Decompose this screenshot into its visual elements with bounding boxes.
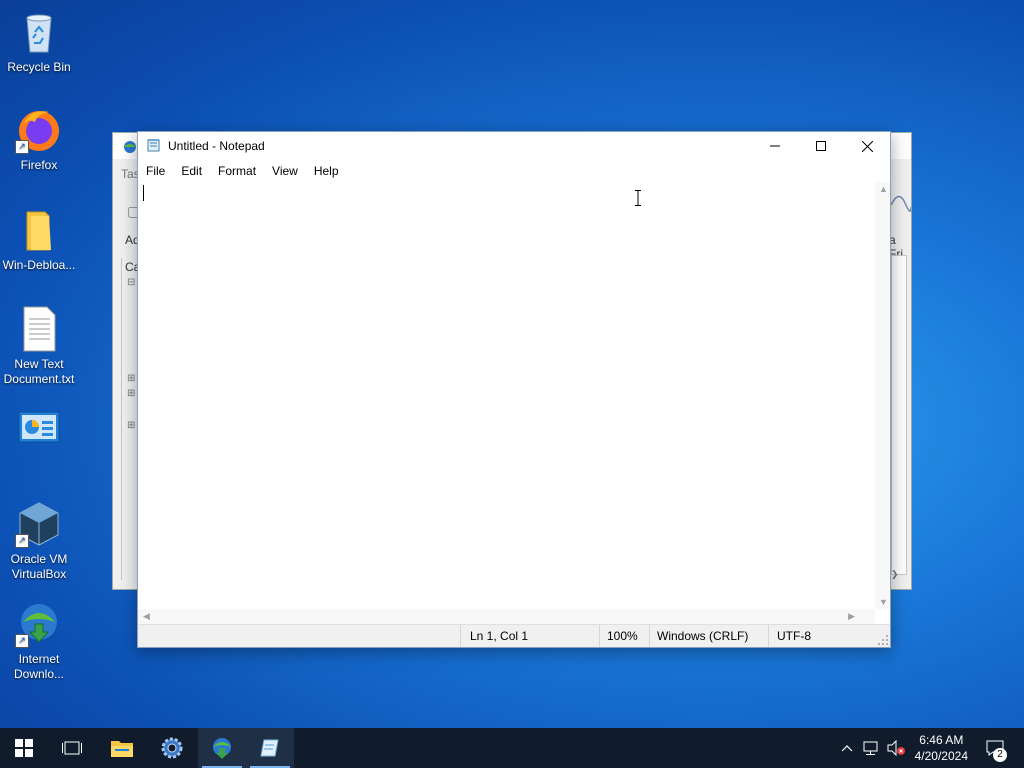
status-divider [768,625,769,647]
menu-help[interactable]: Help [306,162,347,182]
desktop-icon-label: Oracle VM VirtualBox [10,552,68,581]
taskbar-settings[interactable] [148,728,196,768]
taskbar-notepad[interactable] [246,728,294,768]
desktop-icon-new-text-document[interactable]: New Text Document.txt [1,305,77,387]
menu-format[interactable]: Format [210,162,264,182]
background-list-panel [891,255,907,575]
minimize-icon [770,145,780,147]
notepad-icon [260,739,279,757]
status-bar: Ln 1, Col 1 100% Windows (CRLF) UTF-8 [138,624,890,647]
clock-time: 6:46 AM [919,733,964,747]
notepad-icon [147,139,160,152]
close-button[interactable] [844,132,890,160]
background-toolbar-icon [890,185,912,218]
maximize-button[interactable] [798,132,844,160]
close-icon [861,140,873,152]
text-file-icon [15,305,63,353]
shortcut-arrow-icon: ↗ [15,534,29,548]
scroll-down-arrow-icon[interactable]: ▼ [879,597,888,607]
notification-count-badge: 2 [993,748,1007,762]
text-editor-area[interactable] [138,182,875,610]
text-caret [143,185,144,201]
tree-expander-icon[interactable]: ⊞ [127,373,135,384]
show-hidden-icons-button[interactable] [838,728,856,768]
shortcut-arrow-icon: ↗ [15,140,29,154]
status-line-ending: Windows (CRLF) [657,629,749,643]
clock-date: 4/20/2024 [914,749,968,763]
desktop-icon-label: Internet Downlo... [13,652,65,681]
tree-expander-icon[interactable]: ⊞ [127,388,135,399]
i-beam-cursor-icon [635,190,641,206]
folder-icon [15,206,63,254]
shortcut-arrow-icon: ↗ [15,634,29,648]
windows-logo-icon [15,739,33,757]
status-encoding: UTF-8 [777,629,811,643]
status-divider [649,625,650,647]
scroll-left-arrow-icon[interactable]: ◀ [143,611,150,622]
tree-expander-icon[interactable]: ⊞ [127,420,135,431]
file-explorer-icon [111,741,133,757]
volume-tray-button[interactable] [884,728,908,768]
action-center-button[interactable]: 2 [978,728,1012,768]
firefox-icon: ↗ [15,106,63,154]
horizontal-scrollbar[interactable]: ◀ ▶ [138,609,875,624]
control-panel-icon [15,408,63,456]
virtualbox-icon: ↗ [15,500,63,548]
menu-view[interactable]: View [264,162,306,182]
desktop-icon-control-panel[interactable] [1,408,77,460]
taskbar-internet-download-manager[interactable] [198,728,246,768]
taskbar-clock[interactable]: 6:46 AM 4/20/2024 [915,732,968,764]
desktop-icon-label: Recycle Bin [7,60,71,74]
settings-gear-icon [161,737,183,759]
network-icon [863,741,878,755]
network-tray-button[interactable] [860,728,882,768]
desktop-icon-win-debloat[interactable]: Win-Debloa... [1,206,77,273]
minimize-button[interactable] [752,132,798,160]
taskbar: 6:46 AM 4/20/2024 2 [0,728,1024,768]
window-title: Untitled - Notepad [168,139,265,153]
chevron-up-icon [841,745,853,752]
internet-download-manager-icon: ↗ [15,600,63,648]
status-zoom: 100% [607,629,638,643]
task-view-icon [62,741,82,755]
notepad-titlebar[interactable]: Untitled - Notepad [138,132,890,160]
desktop-icon-label: Firefox [20,158,58,172]
taskbar-file-explorer[interactable] [98,728,146,768]
desktop-icon-label: Win-Debloa... [2,258,76,272]
status-divider [460,625,461,647]
menu-edit[interactable]: Edit [173,162,210,182]
internet-download-manager-icon [124,141,136,153]
desktop-icon-virtualbox[interactable]: ↗ Oracle VM VirtualBox [1,500,77,582]
tree-expander-icon[interactable]: ⊟ [127,277,135,288]
start-button[interactable] [0,728,48,768]
resize-grip-icon[interactable] [878,635,888,645]
task-view-button[interactable] [48,728,96,768]
internet-download-manager-icon [213,738,231,759]
menu-bar: File Edit Format View Help [138,162,890,182]
desktop-icon-internet-download-manager[interactable]: ↗ Internet Downlo... [1,600,77,682]
scroll-right-arrow-icon[interactable]: ❯ [891,569,899,580]
vertical-scrollbar[interactable]: ▲ ▼ [875,182,890,609]
scroll-up-arrow-icon[interactable]: ▲ [879,184,888,194]
status-divider [599,625,600,647]
notepad-window[interactable]: Untitled - Notepad File Edit Format View… [137,131,891,648]
volume-muted-icon [887,740,905,756]
desktop-icon-recycle-bin[interactable]: Recycle Bin [1,8,77,75]
desktop-icon-label: New Text Document.txt [3,357,75,386]
status-cursor-position: Ln 1, Col 1 [470,629,529,643]
desktop-icon-firefox[interactable]: ↗ Firefox [1,106,77,173]
scroll-right-arrow-icon[interactable]: ▶ [848,611,855,622]
recycle-bin-icon [15,8,63,56]
maximize-icon [816,141,826,151]
menu-file[interactable]: File [138,162,173,182]
